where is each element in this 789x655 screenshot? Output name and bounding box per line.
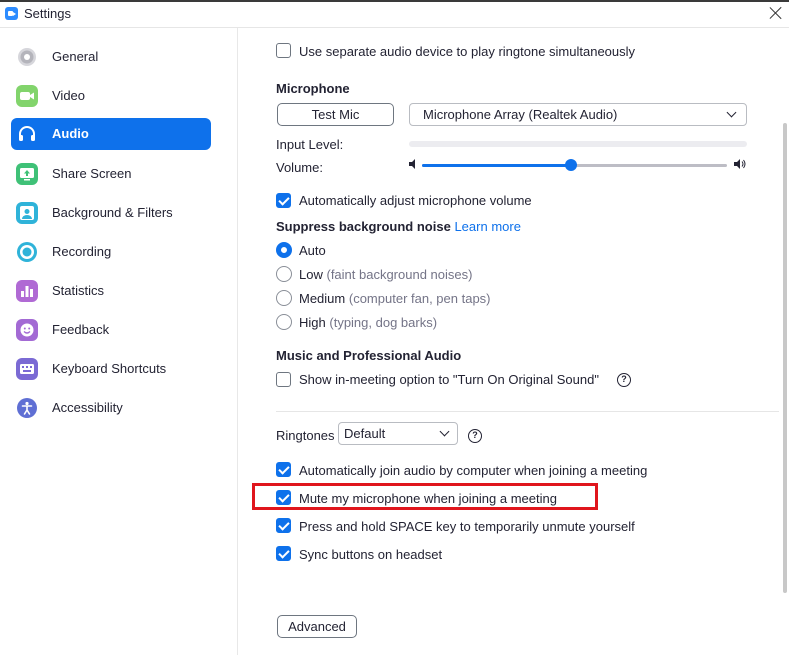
ringtones-label: Ringtones	[276, 428, 335, 443]
sidebar-item-label: Recording	[52, 244, 112, 259]
noise-high-hint: (typing, dog barks)	[329, 315, 438, 330]
headphones-icon	[16, 123, 38, 145]
sidebar-item-general[interactable]: General	[11, 41, 211, 73]
noise-high-label: High (typing, dog barks)	[299, 315, 437, 330]
ringtones-value: Default	[344, 426, 386, 441]
mute-on-join-label: Mute my microphone when joining a meetin…	[299, 491, 557, 506]
sidebar-item-label: Statistics	[52, 283, 105, 298]
sidebar-item-label: Feedback	[52, 322, 110, 337]
sidebar-item-label: Accessibility	[52, 400, 123, 415]
scrollbar-thumb[interactable]	[783, 123, 787, 593]
help-icon[interactable]: ?	[617, 373, 631, 387]
sidebar-item-keyboard-shortcuts[interactable]: Keyboard Shortcuts	[11, 353, 211, 385]
sidebar-item-label: Audio	[52, 126, 89, 141]
noise-medium-label: Medium (computer fan, pen taps)	[299, 291, 491, 306]
close-icon[interactable]	[769, 6, 783, 20]
auto-adjust-volume-checkbox[interactable]	[276, 193, 291, 208]
accessibility-icon	[16, 397, 38, 419]
title-bar: Settings	[0, 0, 789, 28]
audio-settings-panel: Use separate audio device to play ringto…	[239, 28, 789, 655]
window-top-border	[0, 0, 789, 2]
volume-slider-thumb[interactable]	[565, 159, 578, 171]
section-divider	[276, 411, 779, 412]
learn-more-link[interactable]: Learn more	[454, 219, 520, 234]
help-icon[interactable]: ?	[468, 429, 482, 443]
keyboard-icon	[16, 358, 38, 380]
sidebar-item-statistics[interactable]: Statistics	[11, 275, 211, 307]
noise-medium-hint: (computer fan, pen taps)	[348, 291, 491, 306]
gear-icon	[16, 46, 38, 68]
settings-sidebar: General Video Audio Share Screen Backgro…	[0, 28, 238, 655]
suppress-noise-title: Suppress background noise Learn more	[276, 219, 521, 234]
noise-low-label: Low (faint background noises)	[299, 267, 472, 282]
space-unmute-label: Press and hold SPACE key to temporarily …	[299, 519, 635, 534]
sidebar-item-accessibility[interactable]: Accessibility	[11, 392, 211, 424]
original-sound-checkbox[interactable]	[276, 372, 291, 387]
space-unmute-checkbox[interactable]	[276, 518, 291, 533]
auto-adjust-volume-label: Automatically adjust microphone volume	[299, 193, 532, 208]
sidebar-item-label: Video	[52, 88, 86, 103]
sidebar-item-label: Share Screen	[52, 166, 132, 181]
zoom-app-icon	[5, 7, 18, 20]
sidebar-item-audio[interactable]: Audio	[11, 118, 211, 150]
suppress-noise-title-text: Suppress background noise	[276, 219, 451, 234]
noise-medium-text: Medium	[299, 291, 346, 306]
mute-on-join-checkbox[interactable]	[276, 490, 291, 505]
volume-slider-fill	[422, 164, 572, 167]
music-audio-title: Music and Professional Audio	[276, 348, 462, 363]
noise-high-text: High	[299, 315, 326, 330]
noise-auto-radio[interactable]	[276, 242, 292, 258]
chevron-down-icon	[726, 107, 737, 118]
speaker-low-icon	[409, 159, 415, 169]
noise-low-hint: (faint background noises)	[326, 267, 473, 282]
background-icon	[16, 202, 38, 224]
microphone-section-title: Microphone	[276, 81, 350, 96]
feedback-icon	[16, 319, 38, 341]
input-level-meter	[409, 141, 747, 147]
sidebar-item-video[interactable]: Video	[11, 80, 211, 112]
recording-icon	[16, 241, 38, 263]
sidebar-item-label: Background & Filters	[52, 205, 173, 220]
noise-low-text: Low	[299, 267, 323, 282]
window-title: Settings	[24, 6, 71, 21]
input-level-label: Input Level:	[276, 137, 344, 152]
volume-label: Volume:	[276, 160, 323, 175]
separate-audio-device-label: Use separate audio device to play ringto…	[299, 44, 636, 59]
test-mic-button[interactable]: Test Mic	[277, 103, 394, 126]
sidebar-item-label: General	[52, 49, 99, 64]
advanced-button[interactable]: Advanced	[277, 615, 357, 638]
video-icon	[16, 85, 38, 107]
speaker-high-icon	[734, 159, 746, 169]
noise-high-radio[interactable]	[276, 314, 292, 330]
chevron-down-icon	[439, 426, 450, 437]
sidebar-item-background-filters[interactable]: Background & Filters	[11, 197, 211, 229]
auto-join-audio-checkbox[interactable]	[276, 462, 291, 477]
statistics-icon	[16, 280, 38, 302]
sync-headset-label: Sync buttons on headset	[299, 547, 443, 562]
separate-audio-device-checkbox[interactable]	[276, 43, 291, 58]
sidebar-item-label: Keyboard Shortcuts	[52, 361, 167, 376]
sidebar-item-share-screen[interactable]: Share Screen	[11, 158, 211, 190]
sync-headset-checkbox[interactable]	[276, 546, 291, 561]
original-sound-label: Show in-meeting option to "Turn On Origi…	[299, 372, 599, 387]
noise-auto-label: Auto	[299, 243, 326, 258]
sidebar-item-recording[interactable]: Recording	[11, 236, 211, 268]
share-screen-icon	[16, 163, 38, 185]
microphone-device-value: Microphone Array (Realtek Audio)	[423, 107, 618, 122]
noise-low-radio[interactable]	[276, 266, 292, 282]
auto-join-audio-label: Automatically join audio by computer whe…	[299, 463, 648, 478]
ringtones-select[interactable]: Default	[338, 422, 458, 445]
scrollbar[interactable]	[781, 28, 789, 655]
microphone-device-select[interactable]: Microphone Array (Realtek Audio)	[409, 103, 747, 126]
noise-medium-radio[interactable]	[276, 290, 292, 306]
sidebar-item-feedback[interactable]: Feedback	[11, 314, 211, 346]
